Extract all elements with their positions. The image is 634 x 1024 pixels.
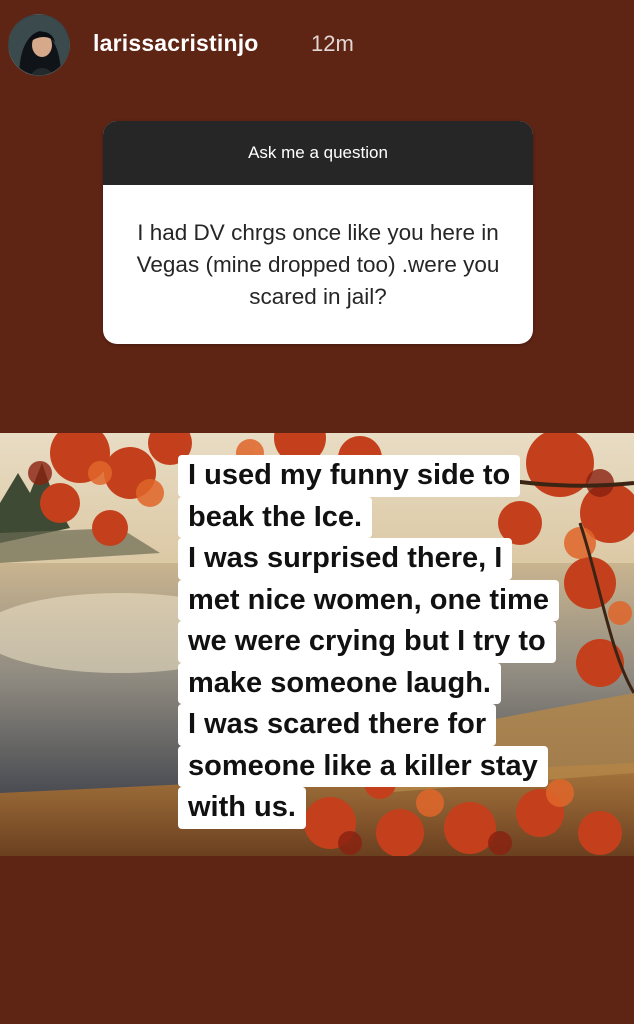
answer-line: I used my funny side to xyxy=(178,455,521,497)
answer-text: I used my funny side to beak the Ice. I … xyxy=(178,455,559,829)
avatar[interactable] xyxy=(8,14,70,76)
story-header: larissacristinjo 12m xyxy=(0,0,634,92)
answer-line: I was scared there for xyxy=(178,704,497,746)
question-sticker-header: Ask me a question xyxy=(103,121,533,185)
answer-line: with us. xyxy=(178,787,306,829)
question-text: I had DV chrgs once like you here in Veg… xyxy=(136,219,500,309)
answer-line: we were crying but I try to xyxy=(178,621,556,663)
timestamp: 12m xyxy=(311,31,354,56)
answer-line: make someone laugh. xyxy=(178,662,501,704)
username[interactable]: larissacristinjo xyxy=(93,30,259,57)
answer-line: someone like a killer stay xyxy=(178,745,548,787)
avatar-image xyxy=(9,15,69,75)
answer-line: beak the Ice. xyxy=(178,496,373,538)
question-sticker[interactable]: Ask me a question I had DV chrgs once li… xyxy=(103,121,533,344)
answer-line: met nice women, one time xyxy=(178,579,559,621)
answer-line: I was surprised there, I xyxy=(178,538,513,580)
